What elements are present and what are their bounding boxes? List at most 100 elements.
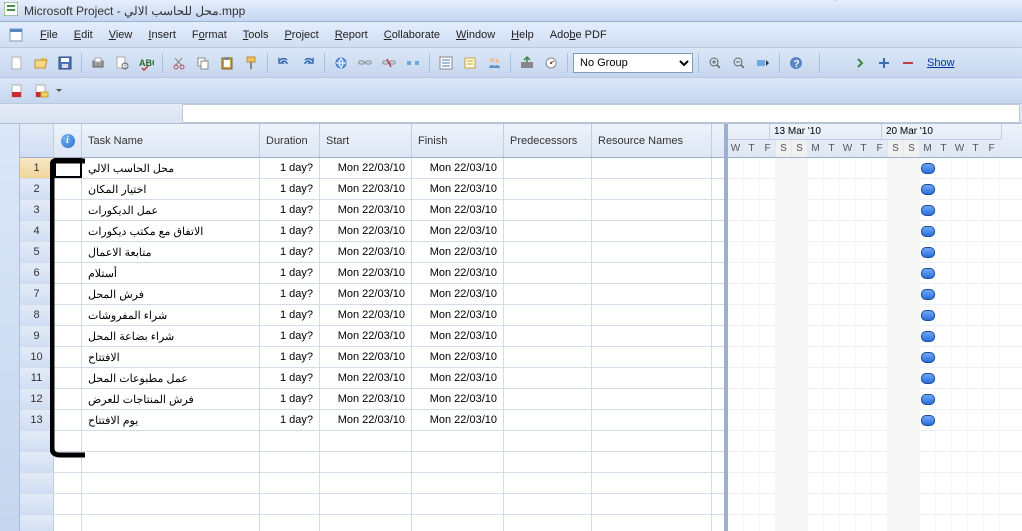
format-painter-icon[interactable] [240, 52, 262, 74]
resources-cell[interactable] [592, 179, 712, 199]
row-number[interactable]: 1 [20, 158, 54, 178]
row-number[interactable]: 7 [20, 284, 54, 304]
task-row[interactable]: 5متابعة الاعمال1 day?Mon 22/03/10Mon 22/… [20, 242, 724, 263]
row-number[interactable]: 13 [20, 410, 54, 430]
gantt-bar[interactable] [921, 163, 935, 174]
indicator-cell[interactable] [54, 284, 82, 304]
task-name-cell[interactable]: الاتفاق مع مكتب ديكورات [82, 221, 260, 241]
duration-cell[interactable]: 1 day? [260, 263, 320, 283]
predecessors-cell[interactable] [504, 473, 592, 493]
row-number[interactable]: 12 [20, 389, 54, 409]
indicator-cell[interactable] [54, 347, 82, 367]
menu-collaborate[interactable]: Collaborate [376, 27, 448, 43]
duration-cell[interactable]: 1 day? [260, 410, 320, 430]
menu-adobe-pdf[interactable]: Adobe PDF [542, 27, 615, 43]
start-cell[interactable]: Mon 22/03/10 [320, 284, 412, 304]
predecessors-cell[interactable] [504, 347, 592, 367]
resources-cell[interactable] [592, 410, 712, 430]
duration-cell[interactable]: 1 day? [260, 200, 320, 220]
resources-cell[interactable] [592, 389, 712, 409]
finish-cell[interactable] [412, 431, 504, 451]
task-name-cell[interactable]: يوم الافتتاح [82, 410, 260, 430]
menu-edit[interactable]: Edit [66, 27, 101, 43]
row-number[interactable]: 10 [20, 347, 54, 367]
column-header-duration[interactable]: Duration [260, 124, 320, 157]
start-cell[interactable]: Mon 22/03/10 [320, 305, 412, 325]
start-cell[interactable]: Mon 22/03/10 [320, 368, 412, 388]
predecessors-cell[interactable] [504, 242, 592, 262]
column-header-predecessors[interactable]: Predecessors [504, 124, 592, 157]
empty-row[interactable] [20, 515, 724, 531]
resources-cell[interactable] [592, 305, 712, 325]
resources-cell[interactable] [592, 326, 712, 346]
task-name-cell[interactable] [82, 473, 260, 493]
task-name-cell[interactable] [82, 515, 260, 531]
duration-cell[interactable]: 1 day? [260, 326, 320, 346]
insert-hyperlink-icon[interactable] [330, 52, 352, 74]
start-cell[interactable]: Mon 22/03/10 [320, 200, 412, 220]
gantt-bar[interactable] [921, 184, 935, 195]
goto-task-icon[interactable] [752, 52, 774, 74]
predecessors-cell[interactable] [504, 389, 592, 409]
gantt-bar[interactable] [921, 310, 935, 321]
menu-insert[interactable]: Insert [140, 27, 184, 43]
finish-cell[interactable]: Mon 22/03/10 [412, 284, 504, 304]
predecessors-cell[interactable] [504, 431, 592, 451]
resources-cell[interactable] [592, 347, 712, 367]
finish-cell[interactable]: Mon 22/03/10 [412, 389, 504, 409]
duration-cell[interactable]: 1 day? [260, 368, 320, 388]
resources-cell[interactable] [592, 452, 712, 472]
task-name-cell[interactable] [82, 494, 260, 514]
predecessors-cell[interactable] [504, 305, 592, 325]
new-icon[interactable] [6, 52, 28, 74]
indicator-column-header[interactable]: i [54, 124, 82, 157]
start-cell[interactable]: Mon 22/03/10 [320, 389, 412, 409]
copy-icon[interactable] [192, 52, 214, 74]
task-row[interactable]: 2اختيار المكان1 day?Mon 22/03/10Mon 22/0… [20, 179, 724, 200]
row-number[interactable]: 11 [20, 368, 54, 388]
gantt-bar[interactable] [921, 289, 935, 300]
row-number[interactable] [20, 494, 54, 514]
resources-cell[interactable] [592, 515, 712, 531]
predecessors-cell[interactable] [504, 368, 592, 388]
indicator-cell[interactable] [54, 473, 82, 493]
gantt-bar[interactable] [921, 331, 935, 342]
row-number[interactable] [20, 452, 54, 472]
duration-cell[interactable]: 1 day? [260, 305, 320, 325]
task-name-cell[interactable]: الافتتاح [82, 347, 260, 367]
row-number[interactable] [20, 431, 54, 451]
start-cell[interactable] [320, 515, 412, 531]
task-name-cell[interactable]: اختيار المكان [82, 179, 260, 199]
duration-cell[interactable]: 1 day? [260, 158, 320, 178]
task-name-cell[interactable] [82, 452, 260, 472]
task-name-cell[interactable] [82, 431, 260, 451]
indent-icon[interactable] [849, 52, 871, 74]
indicator-cell[interactable] [54, 305, 82, 325]
publish-icon[interactable] [516, 52, 538, 74]
indicator-cell[interactable] [54, 410, 82, 430]
empty-row[interactable] [20, 431, 724, 452]
finish-cell[interactable]: Mon 22/03/10 [412, 200, 504, 220]
indicator-cell[interactable] [54, 515, 82, 531]
assign-resources-icon[interactable] [483, 52, 505, 74]
menu-format[interactable]: Format [184, 27, 235, 43]
indicator-cell[interactable] [54, 389, 82, 409]
empty-row[interactable] [20, 473, 724, 494]
row-number[interactable]: 5 [20, 242, 54, 262]
predecessors-cell[interactable] [504, 221, 592, 241]
predecessors-cell[interactable] [504, 284, 592, 304]
duration-cell[interactable]: 1 day? [260, 221, 320, 241]
finish-cell[interactable] [412, 473, 504, 493]
row-number[interactable]: 9 [20, 326, 54, 346]
indicator-cell[interactable] [54, 431, 82, 451]
empty-row[interactable] [20, 494, 724, 515]
empty-row[interactable] [20, 452, 724, 473]
gantt-bar[interactable] [921, 394, 935, 405]
resources-cell[interactable] [592, 473, 712, 493]
duration-cell[interactable] [260, 515, 320, 531]
start-cell[interactable]: Mon 22/03/10 [320, 263, 412, 283]
unlink-tasks-icon[interactable] [378, 52, 400, 74]
start-cell[interactable]: Mon 22/03/10 [320, 410, 412, 430]
predecessors-cell[interactable] [504, 494, 592, 514]
task-row[interactable]: 4الاتفاق مع مكتب ديكورات1 day?Mon 22/03/… [20, 221, 724, 242]
